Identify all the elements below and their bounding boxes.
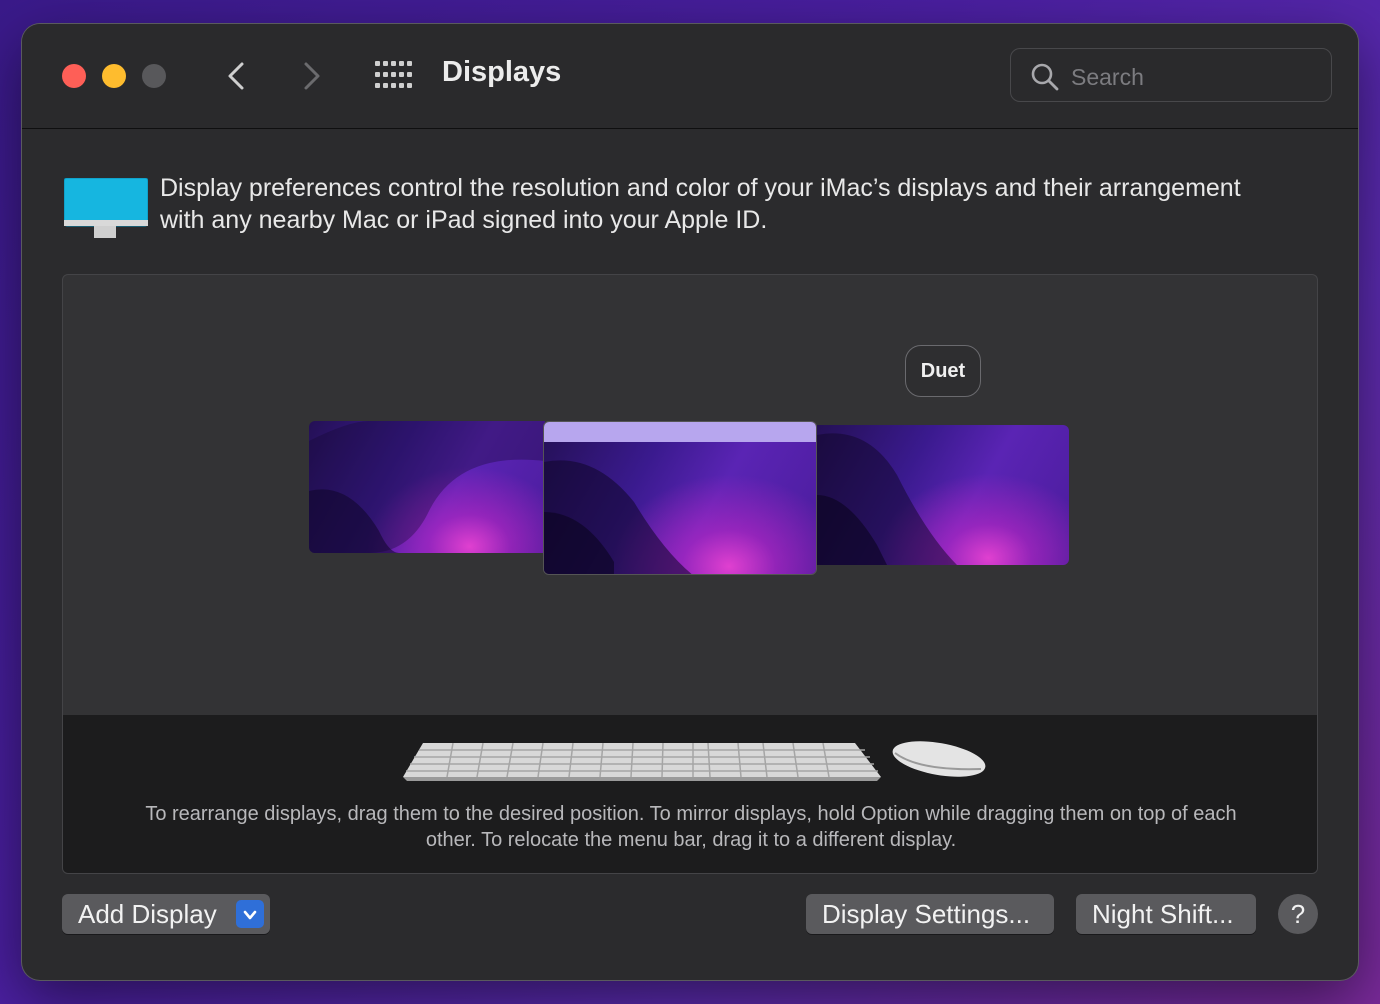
chevron-right-icon xyxy=(304,62,320,90)
menu-bar-indicator[interactable] xyxy=(544,422,816,442)
display-name-tooltip: Duet xyxy=(905,345,981,397)
add-display-label: Add Display xyxy=(78,899,217,929)
display-duet[interactable] xyxy=(817,425,1069,565)
display-left[interactable] xyxy=(309,421,545,553)
grid-icon xyxy=(375,61,412,88)
display-arrangement-area: Duet To rearrange displays, drag them to… xyxy=(62,274,1318,874)
toolbar: Displays xyxy=(22,24,1358,129)
chevron-down-icon xyxy=(243,910,257,920)
window-title: Displays xyxy=(442,56,562,88)
close-traffic-light-icon[interactable] xyxy=(62,64,86,88)
displays-window: Displays Display preferences control the… xyxy=(22,24,1358,980)
search-input[interactable] xyxy=(1069,61,1313,93)
chevron-left-icon xyxy=(228,62,244,90)
magic-mouse-icon xyxy=(892,741,986,777)
night-shift-button[interactable]: Night Shift... xyxy=(1076,894,1256,934)
help-button[interactable]: ? xyxy=(1278,894,1318,934)
minimize-traffic-light-icon[interactable] xyxy=(102,64,126,88)
keyboard-icon xyxy=(403,743,881,781)
add-display-button[interactable]: Add Display xyxy=(62,894,270,934)
forward-button[interactable] xyxy=(294,58,330,94)
zoom-traffic-light-icon[interactable] xyxy=(142,64,166,88)
intro-description: Display preferences control the resoluti… xyxy=(160,174,1241,234)
imac-icon xyxy=(64,178,148,238)
arrangement-hint: To rearrange displays, drag them to the … xyxy=(145,803,1237,851)
search-icon xyxy=(1031,63,1059,91)
back-button[interactable] xyxy=(220,58,256,94)
add-display-dropdown[interactable] xyxy=(236,900,264,928)
show-all-button[interactable] xyxy=(374,60,414,90)
display-main[interactable] xyxy=(543,421,817,575)
search-field[interactable] xyxy=(1010,48,1332,102)
display-settings-button[interactable]: Display Settings... xyxy=(806,894,1054,934)
